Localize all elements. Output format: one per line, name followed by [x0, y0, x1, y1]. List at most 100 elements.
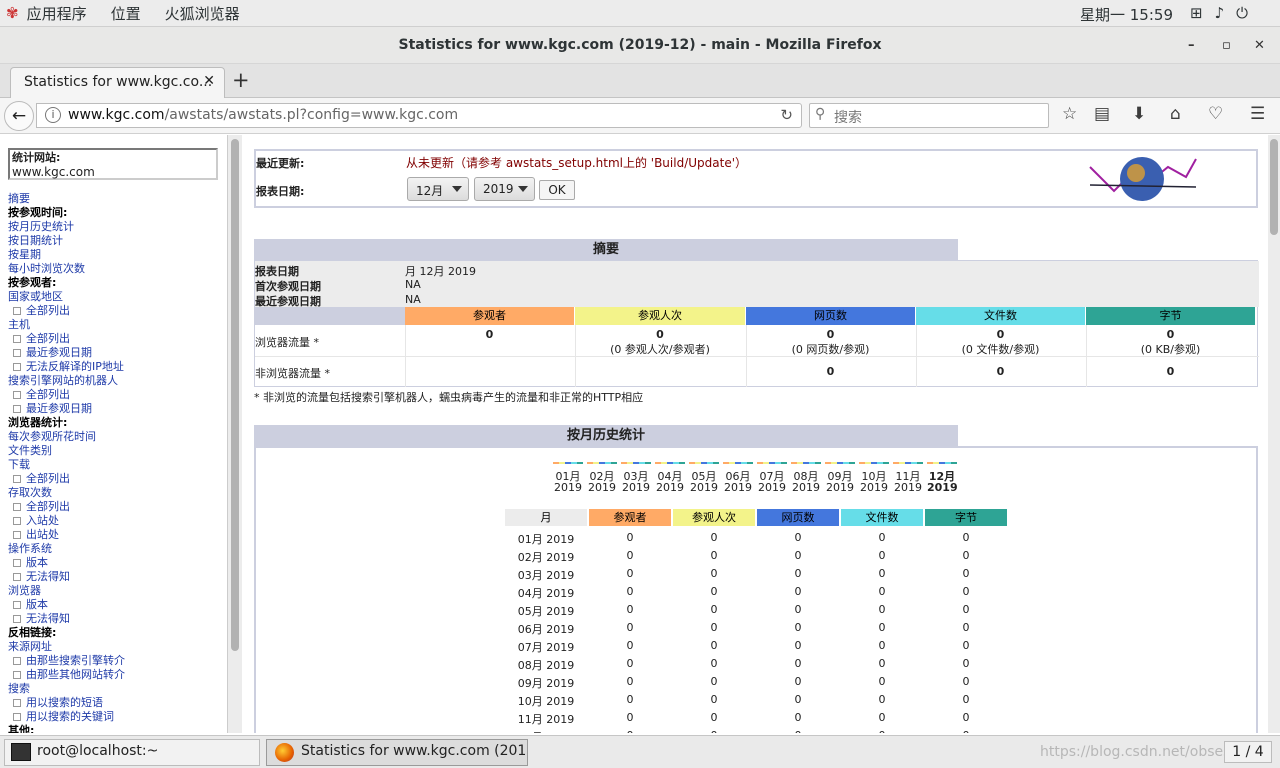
sidebar-link[interactable]: 最近参观日期 — [26, 402, 92, 415]
sidebar-link[interactable]: 全部列出 — [26, 500, 70, 513]
bookmark-star-icon[interactable]: ☆ — [1062, 104, 1077, 124]
sidebar-link[interactable]: 全部列出 — [26, 304, 70, 317]
year-select[interactable]: 2019 — [474, 177, 535, 201]
back-button[interactable]: ← — [4, 101, 34, 131]
sidebar-link[interactable]: 全部列出 — [26, 332, 70, 345]
sidebar-link[interactable]: 文件类别 — [8, 444, 52, 457]
search-input[interactable]: ⚲ 搜索 — [809, 103, 1049, 128]
sidebar-link[interactable]: 搜索引擎网站的机器人 — [8, 374, 118, 387]
monthly-row-month: 01月 2019 — [517, 533, 575, 546]
sidebar-link[interactable]: 由那些搜索引擎转介 — [26, 654, 125, 667]
window-titlebar: Statistics for www.kgc.com (2019-12) - m… — [0, 27, 1280, 64]
power-icon[interactable]: ⏻ — [1236, 4, 1248, 22]
tab-statistics[interactable]: Statistics for www.kgc.co... ✕ — [10, 67, 225, 98]
sidebar-link[interactable]: 浏览器 — [8, 584, 41, 597]
maximize-button[interactable]: ▫ — [1222, 27, 1231, 64]
sidebar-scrollbar[interactable] — [228, 135, 242, 733]
expand-box-icon — [13, 475, 21, 483]
sidebar-item: 用以搜索的关键词 — [8, 710, 227, 724]
minimize-button[interactable]: – — [1188, 27, 1195, 64]
apps-menu-icon[interactable]: ✾ — [6, 4, 19, 22]
monthly-row-value: 0 — [962, 675, 970, 688]
gnome-top-bar: ✾ 应用程序 位置 火狐浏览器 星期一 15:59 ⊞ ♪ ⏻ — [0, 0, 1280, 27]
expand-box-icon — [13, 503, 21, 511]
main-scrollbar[interactable] — [1268, 135, 1280, 733]
sidebar-link[interactable]: 操作系统 — [8, 542, 52, 555]
sidebar-item: 无法反解译的IP地址 — [8, 360, 227, 374]
sidebar-link[interactable]: 无法反解译的IP地址 — [26, 360, 124, 373]
site-info-icon[interactable]: i — [45, 107, 61, 123]
sidebar-link[interactable]: 由那些其他网站转介 — [26, 668, 125, 681]
apps-menu[interactable]: 应用程序 — [27, 3, 87, 24]
hamburger-menu-icon[interactable]: ☰ — [1250, 104, 1265, 124]
monthly-row-value: 0 — [794, 567, 802, 580]
task-terminal[interactable]: root@localhost:~ — [4, 739, 260, 766]
sidebar-link[interactable]: 按月历史统计 — [8, 220, 74, 233]
firefox-menu[interactable]: 火狐浏览器 — [165, 3, 240, 24]
monthly-col-header: 参观者 — [589, 509, 671, 526]
monthly-row-month: 03月 2019 — [517, 569, 575, 582]
sidebar-link[interactable]: 搜索 — [8, 682, 30, 695]
places-menu[interactable]: 位置 — [111, 3, 141, 24]
sidebar-item: 下载 — [8, 458, 227, 472]
sidebar-heading: 按参观者: — [8, 276, 57, 289]
sidebar-link[interactable]: 入站处 — [26, 514, 59, 527]
reload-icon[interactable]: ↻ — [780, 106, 793, 124]
sidebar-link[interactable]: 最近参观日期 — [26, 346, 92, 359]
reading-list-icon[interactable]: ▤ — [1094, 104, 1110, 124]
sidebar-link[interactable]: 存取次数 — [8, 486, 52, 499]
sidebar-link[interactable]: 下载 — [8, 458, 30, 471]
download-icon[interactable]: ⬇ — [1132, 104, 1146, 124]
clock[interactable]: 星期一 15:59 — [1080, 4, 1173, 25]
sidebar-link[interactable]: 出站处 — [26, 528, 59, 541]
sidebar-menu-list: 摘要 按参观时间: 按月历史统计 按日期统计 按星期 每小时浏览次数 按参观者: 国家或地区全… — [8, 192, 227, 733]
sidebar-link[interactable]: 国家或地区 — [8, 290, 63, 303]
sidebar-item: 最近参观日期 — [8, 402, 227, 416]
sidebar-link[interactable]: 版本 — [26, 598, 48, 611]
sidebar-link[interactable]: 每小时浏览次数 — [8, 262, 85, 275]
firefox-icon — [275, 743, 294, 762]
sidebar-link[interactable]: 全部列出 — [26, 472, 70, 485]
close-window-button[interactable]: ✕ — [1254, 27, 1265, 64]
month-select[interactable]: 12月 — [407, 177, 469, 201]
month-bar-baseline — [723, 462, 753, 464]
monthly-row-value: 0 — [626, 549, 634, 562]
monthly-row-value: 0 — [626, 603, 634, 616]
sidebar-link[interactable]: 版本 — [26, 556, 48, 569]
monthly-row-value: 0 — [962, 585, 970, 598]
monthly-row-value: 0 — [794, 639, 802, 652]
summary-row-value: 月 12月 2019 — [405, 265, 476, 278]
sidebar-link[interactable]: 按日期统计 — [8, 234, 63, 247]
pocket-icon[interactable]: ♡ — [1208, 104, 1223, 124]
url-bar[interactable]: i www.kgc.com/awstats/awstats.pl?config=… — [36, 103, 802, 128]
sidebar-link[interactable]: 按星期 — [8, 248, 41, 261]
monthly-row-value: 0 — [794, 531, 802, 544]
sidebar-link[interactable]: 来源网址 — [8, 640, 52, 653]
sidebar-link[interactable]: 全部列出 — [26, 388, 70, 401]
summary-row-value: NA — [405, 278, 421, 291]
sidebar-link[interactable]: 无法得知 — [26, 612, 70, 625]
chart-year-label: 2019 — [927, 481, 958, 494]
last-update-value[interactable]: 从未更新（请参考 awstats_setup.html上的 'Build/Upd… — [406, 154, 747, 171]
monthly-row-value: 0 — [878, 639, 886, 652]
monthly-row-value: 0 — [710, 657, 718, 670]
sidebar-link[interactable]: 摘要 — [8, 192, 30, 205]
expand-box-icon — [13, 391, 21, 399]
sidebar-link[interactable]: 用以搜索的关键词 — [26, 710, 114, 723]
sidebar-link[interactable]: 主机 — [8, 318, 30, 331]
ok-button[interactable]: OK — [539, 180, 575, 200]
volume-icon[interactable]: ♪ — [1215, 4, 1225, 22]
network-icon[interactable]: ⊞ — [1190, 4, 1203, 22]
home-icon[interactable]: ⌂ — [1170, 104, 1181, 124]
workspace-pager[interactable]: 1 / 4 — [1224, 741, 1272, 763]
task-firefox[interactable]: Statistics for www.kgc.com (2019-… — [266, 739, 528, 766]
sidebar-link[interactable]: 用以搜索的短语 — [26, 696, 103, 709]
monthly-row-value: 0 — [710, 549, 718, 562]
sidebar-link[interactable]: 无法得知 — [26, 570, 70, 583]
monthly-row-value: 0 — [962, 693, 970, 706]
sidebar-link[interactable]: 每次参观所花时间 — [8, 430, 96, 443]
monthly-row-value: 0 — [962, 711, 970, 724]
new-tab-button[interactable]: + — [232, 68, 250, 92]
tab-close-icon[interactable]: ✕ — [203, 73, 215, 89]
browser-traffic-value: 0 — [485, 328, 494, 341]
